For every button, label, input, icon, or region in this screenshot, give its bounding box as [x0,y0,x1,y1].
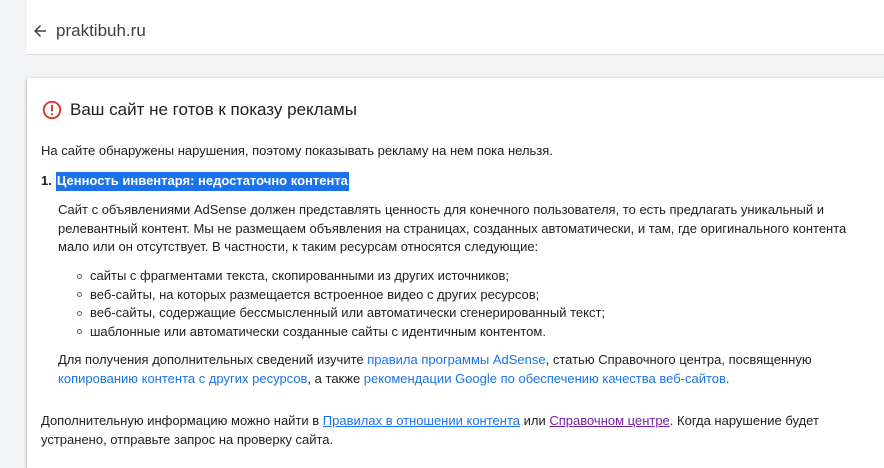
copied-content-link[interactable]: копированию контента с других ресурсов [58,371,307,386]
more-text-1: Для получения дополнительных сведений из… [58,352,368,367]
more-text-3: , а также [307,370,364,386]
circle-bullet-icon [77,292,82,298]
arrow-back-icon [34,25,46,37]
issue-number: 1. [41,173,52,188]
list-item: веб-сайты, содержащие бессмысленный или … [77,304,605,323]
list-item: сайты с фрагментами текста, скопированны… [77,267,605,286]
more-text-4: . [725,370,730,386]
issue-label: Ценность инвентаря: недостаточно контент… [55,172,349,191]
circle-bullet-icon [77,310,82,316]
list-item-text: сайты с фрагментами текста, скопированны… [90,268,509,283]
list-item-text: шаблонные или автоматически созданные са… [90,323,546,339]
site-name: praktibuh.ru [56,21,146,40]
list-item: веб-сайты, на которых размещается встрое… [77,286,605,305]
alert-icon [42,100,62,120]
bullet-list: сайты с фрагментами текста, скопированны… [77,267,605,341]
issue-heading: 1. Ценность инвентаря: недостаточно конт… [41,172,349,191]
content-policies-link[interactable]: Правилах в отношении контента [323,413,520,428]
help-center-link[interactable]: Справочном центре [549,413,669,428]
footer-text-1: Дополнительную информацию можно найти в [41,413,323,428]
intro-text: На сайте обнаружены нарушения, поэтому п… [41,143,553,158]
quality-guidelines-link[interactable]: рекомендации Google по обеспечению качес… [364,371,726,386]
top-bar: praktibuh.ru [27,0,884,55]
list-item-text: веб-сайты, содержащие бессмысленный или … [90,305,606,320]
policy-card: Ваш сайт не готов к показу рекламы На са… [27,78,884,468]
circle-bullet-icon [77,273,82,279]
footer-text-2: или [520,413,550,428]
issue-description: Сайт с объявлениями AdSense должен предс… [58,202,847,254]
list-item: шаблонные или автоматически созданные са… [77,323,605,342]
footer-text: Дополнительную информацию можно найти в … [41,412,856,449]
list-item-text: веб-сайты, на которых размещается встрое… [90,286,540,302]
circle-bullet-icon [77,329,82,335]
card-title-text: Ваш сайт не готов к показу рекламы [70,100,357,119]
adsense-policy-link[interactable]: правила программы AdSense [367,352,545,367]
more-info-text: Для получения дополнительных сведений из… [58,351,858,388]
back-button[interactable] [29,20,51,42]
more-text-2: , статью Справочного центра, посвященную [545,352,812,367]
card-title: Ваш сайт не готов к показу рекламы [41,98,357,122]
